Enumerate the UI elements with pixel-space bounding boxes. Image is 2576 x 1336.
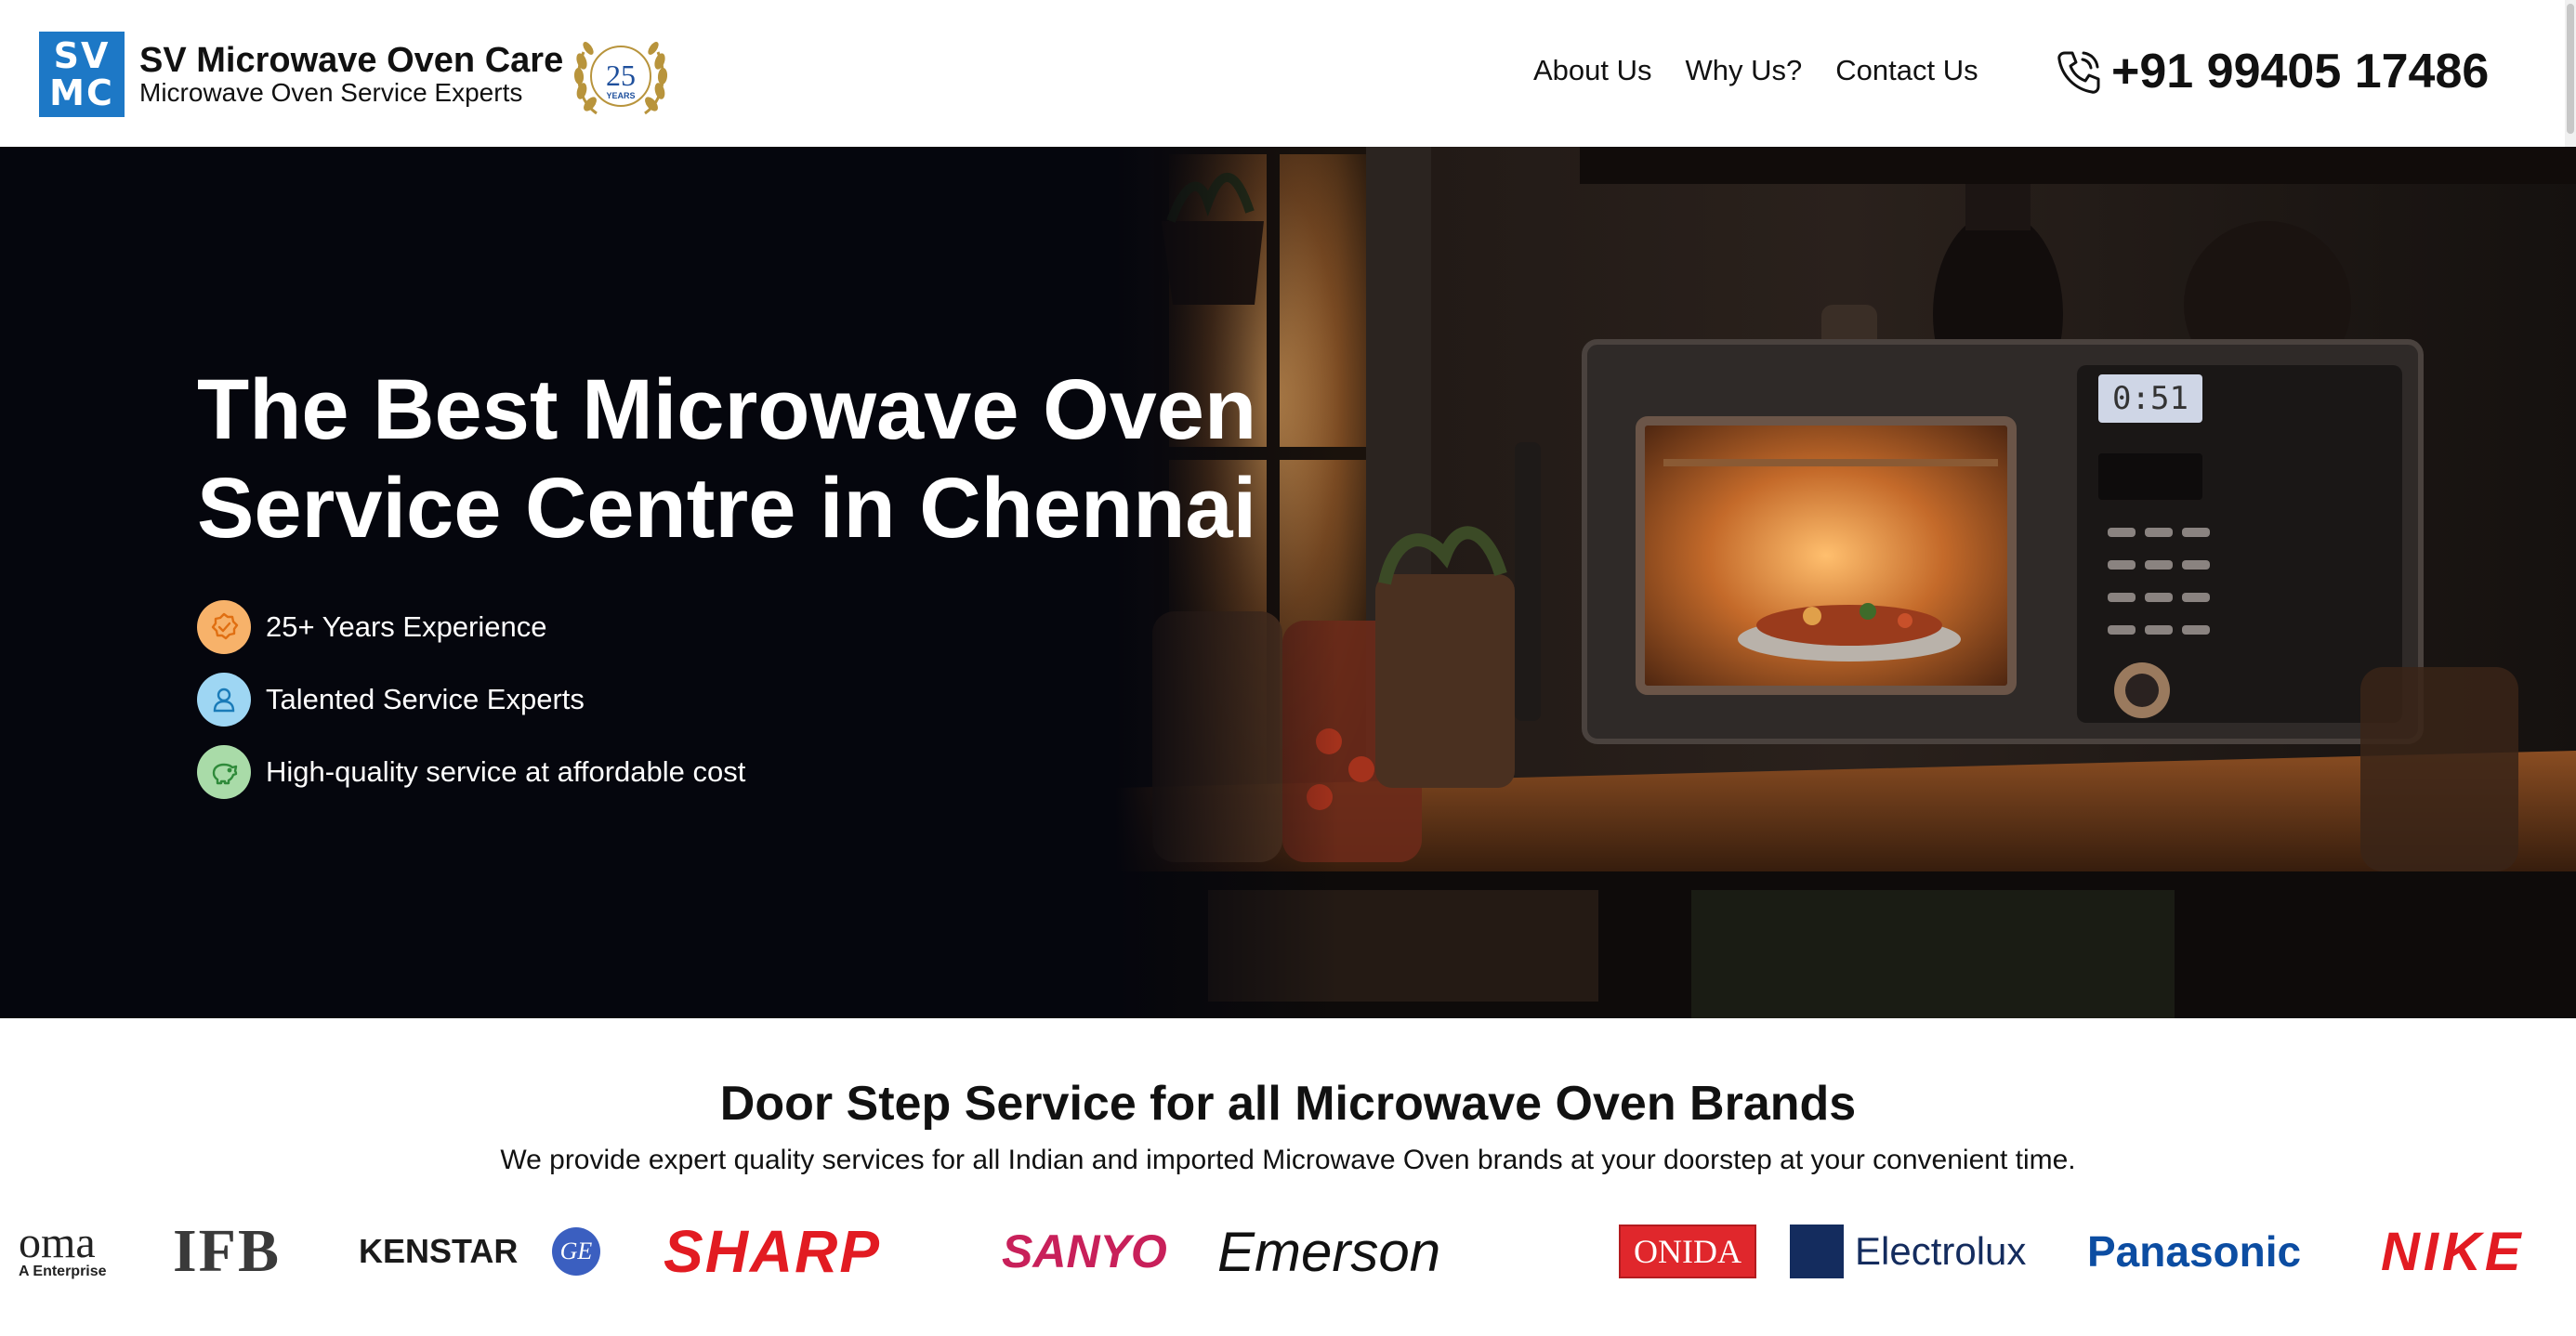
- page-scrollbar[interactable]: [2565, 0, 2576, 147]
- brand-logo-ge: GE: [552, 1200, 600, 1303]
- feature-label: High-quality service at affordable cost: [266, 755, 746, 788]
- phone-number: +91 99405 17486: [2111, 45, 2490, 98]
- piggy-bank-icon: [197, 745, 251, 799]
- brand-name: SV Microwave Oven Care: [139, 41, 564, 80]
- phone-call-icon: [2057, 51, 2100, 94]
- hero-title-line1: The Best Microwave Oven: [197, 362, 1257, 457]
- electrolux-mark-icon: [1790, 1225, 1844, 1278]
- brand-logo-oma: oma A Enterprise: [19, 1200, 107, 1303]
- logo-link[interactable]: SV MC SV Microwave Oven Care Microwave O…: [39, 28, 680, 121]
- hero-features: 25+ Years Experience Talented Service Ex…: [197, 591, 745, 808]
- brands-subheading: We provide expert quality services for a…: [500, 1145, 2076, 1175]
- brand-logo-kenstar: KENSTAR: [359, 1232, 519, 1270]
- site-header: SV MC SV Microwave Oven Care Microwave O…: [0, 0, 2576, 147]
- brands-heading: Door Step Service for all Microwave Oven…: [719, 1077, 1857, 1131]
- brand-logo-carousel[interactable]: oma A Enterprise IFB KENSTAR GE SHARP SA…: [0, 1200, 2576, 1303]
- hero-title: The Best Microwave Oven Service Centre i…: [197, 360, 1312, 557]
- badge-number: 25: [606, 59, 636, 92]
- badge-text: YEARS: [606, 91, 635, 100]
- feature-item: Talented Service Experts: [197, 663, 745, 736]
- oven-display: 0:51: [2112, 380, 2188, 417]
- user-icon: [197, 673, 251, 727]
- logo-letters-top: SV: [53, 35, 111, 76]
- hero-kitchen-image: 0:51: [0, 147, 2576, 1018]
- brand-logo-panasonic: Panasonic: [2087, 1227, 2302, 1276]
- logo-letters-bottom: MC: [49, 72, 114, 113]
- brand-logo-text: oma: [19, 1218, 96, 1267]
- brand-logo-ifb: IFB: [173, 1217, 282, 1285]
- feature-item: 25+ Years Experience: [197, 591, 745, 663]
- feature-label: Talented Service Experts: [266, 683, 585, 715]
- feature-item: High-quality service at affordable cost: [197, 736, 745, 808]
- main-nav: About Us Why Us? Contact Us: [1533, 54, 1978, 95]
- brand-logo-sharp: SHARP: [664, 1218, 882, 1285]
- phone-link[interactable]: +91 99405 17486: [2052, 41, 2489, 102]
- brand-logo-sanyo: SANYO: [1002, 1225, 1167, 1277]
- logo-icon: SV MC: [39, 32, 125, 117]
- brand-logo-electrolux: Electrolux: [1790, 1200, 2026, 1303]
- scrollbar-thumb[interactable]: [2567, 4, 2574, 134]
- hero-title-line2: Service Centre in Chennai: [197, 461, 1257, 556]
- brand-logo-emerson: Emerson: [1217, 1220, 1441, 1283]
- feature-label: 25+ Years Experience: [266, 610, 547, 643]
- nav-about-us[interactable]: About Us: [1533, 54, 1652, 95]
- badge-check-icon: [197, 600, 251, 654]
- brand-logo-onida: ONIDA: [1619, 1200, 1756, 1303]
- brands-section: Door Step Service for all Microwave Oven…: [0, 1018, 2576, 1336]
- nav-why-us[interactable]: Why Us?: [1686, 54, 1803, 95]
- brand-logo-subtext: A Enterprise: [19, 1264, 107, 1279]
- brand-logo-nike: NIKE: [2381, 1221, 2525, 1282]
- years-badge-icon: 25 YEARS: [569, 28, 673, 124]
- nav-contact-us[interactable]: Contact Us: [1835, 54, 1978, 95]
- hero-section: 0:51 The Best Microwave Oven Service Cen…: [0, 147, 2576, 1018]
- brand-tagline: Microwave Oven Service Experts: [139, 78, 523, 107]
